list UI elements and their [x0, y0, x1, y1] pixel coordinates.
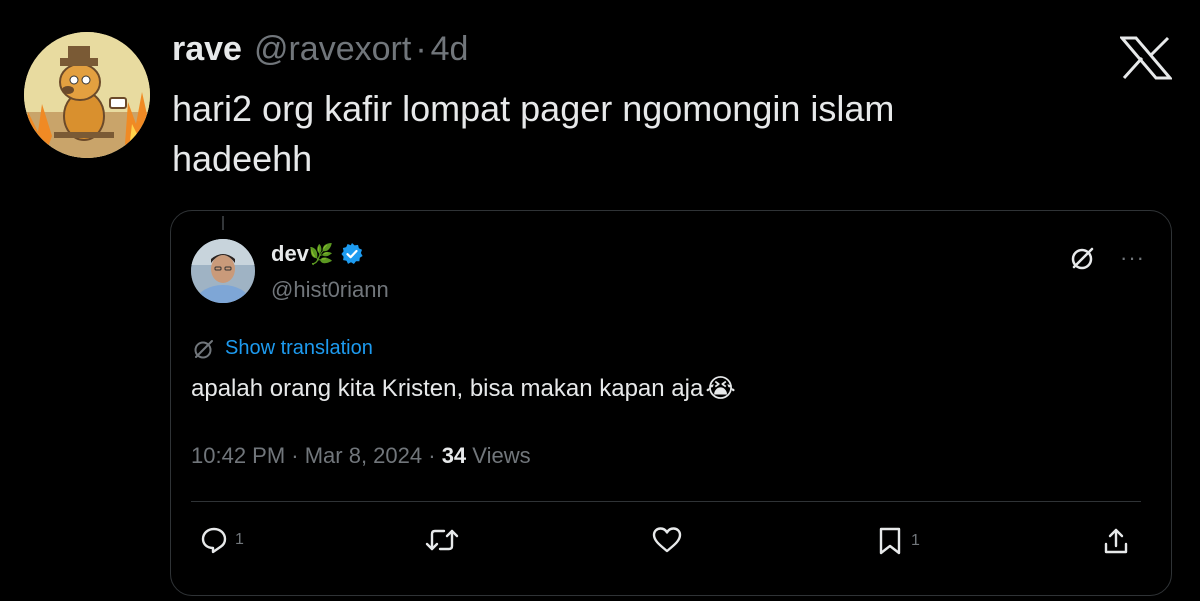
bookmark-button[interactable]: 1 — [875, 525, 920, 557]
grok-icon — [193, 338, 215, 360]
retweet-icon — [425, 525, 459, 555]
like-button[interactable] — [651, 525, 683, 555]
separator-dot: · — [415, 30, 427, 68]
tweet-header: rave @ravexort · 4d — [172, 30, 468, 78]
tweet-text-line: hadeehh — [172, 138, 313, 179]
quote-text: apalah orang kita Kristen, bisa makan ka… — [191, 373, 736, 404]
avatar[interactable] — [24, 32, 150, 158]
share-icon — [1101, 525, 1131, 557]
reply-button[interactable]: 1 — [199, 525, 244, 555]
bookmark-icon — [875, 525, 905, 557]
retweet-button[interactable] — [425, 525, 459, 555]
share-button[interactable] — [1101, 525, 1131, 557]
author-name[interactable]: rave — [172, 30, 242, 69]
reply-count: 1 — [235, 531, 244, 548]
herb-emoji: 🌿 — [308, 243, 334, 266]
bookmark-count: 1 — [911, 532, 920, 549]
tweet-time[interactable]: 4d — [431, 30, 469, 69]
action-bar: 1 1 — [171, 525, 1171, 559]
crying-emoji: 😭 — [705, 373, 736, 403]
quote-avatar[interactable] — [191, 239, 255, 303]
views-count: 34 — [441, 443, 467, 468]
quote-author-name[interactable]: dev — [271, 241, 309, 267]
quote-top-actions: ··· — [1070, 245, 1145, 271]
verified-badge-icon — [340, 242, 364, 266]
divider — [191, 501, 1141, 502]
more-options-button[interactable]: ··· — [1120, 245, 1145, 271]
show-translation-label[interactable]: Show translation — [225, 337, 373, 360]
quote-meta: 10:42 PM · Mar 8, 2024 · 34 Views — [191, 443, 531, 469]
views-label: Views — [472, 443, 531, 468]
author-handle[interactable]: @ravexort — [254, 30, 411, 69]
reply-icon — [199, 525, 229, 555]
quote-text-content: apalah orang kita Kristen, bisa makan ka… — [191, 374, 704, 402]
grok-icon[interactable] — [1070, 245, 1096, 271]
quote-author-handle[interactable]: @hist0riann — [271, 277, 389, 303]
quoted-tweet-card[interactable]: dev 🌿 @hist0riann ··· Show translation a… — [170, 210, 1172, 596]
heart-icon — [651, 525, 683, 555]
tweet-text: hari2 org kafir lompat pager ngomongin i… — [172, 84, 1072, 184]
quote-name-row: dev 🌿 — [271, 241, 364, 267]
show-translation-link[interactable]: Show translation — [193, 337, 373, 360]
quote-timestamp[interactable]: 10:42 PM · Mar 8, 2024 · — [191, 443, 436, 468]
tweet-text-line: hari2 org kafir lompat pager ngomongin i… — [172, 88, 895, 129]
x-logo-icon — [1118, 36, 1174, 80]
